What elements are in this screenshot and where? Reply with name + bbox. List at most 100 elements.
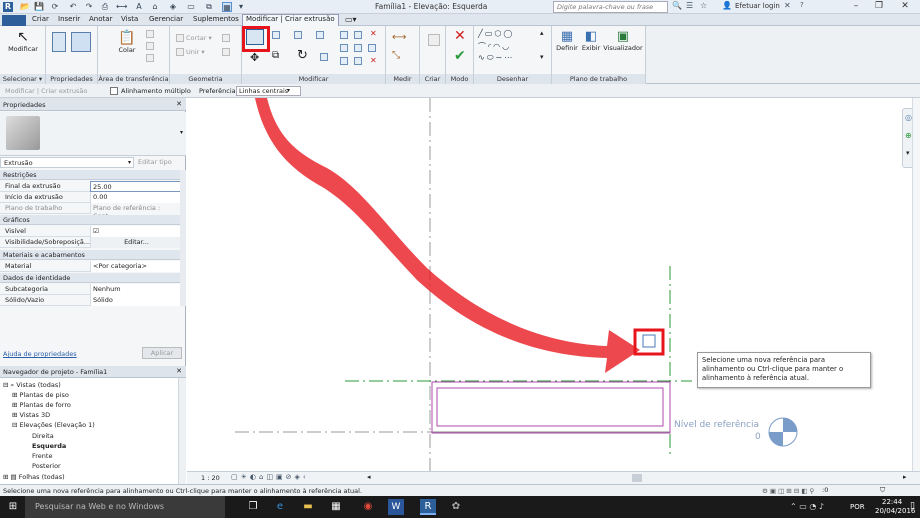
line-tools-icon[interactable]: ╱▭⬡◯	[478, 29, 514, 38]
solido-vazio-value[interactable]: Sólido	[90, 295, 182, 306]
copy-element-icon[interactable]: ⧉	[272, 50, 279, 61]
app-icon[interactable]: ✿	[448, 499, 464, 515]
help-button[interactable]: ?	[800, 1, 804, 9]
group-restricoes[interactable]: Restrições	[0, 170, 186, 180]
measure-tool-icon[interactable]: ⟷	[392, 32, 406, 43]
taskbar-search[interactable]: Pesquisar na Web e no Windows	[25, 496, 225, 518]
extend-icon[interactable]	[354, 57, 362, 65]
view-control-icons[interactable]: ▢☀◐⌂◫▣⊘◈‹	[231, 473, 309, 481]
print-icon[interactable]: ⎙	[100, 2, 110, 12]
save-icon[interactable]: 💾	[34, 2, 44, 12]
browser-close-icon[interactable]: ✕	[176, 367, 182, 375]
switch-windows-icon[interactable]: ⧉	[204, 2, 214, 12]
open-icon[interactable]: 📂	[20, 2, 30, 12]
mirror-draw-icon[interactable]	[316, 31, 324, 39]
multi-align-checkbox[interactable]	[110, 87, 118, 95]
zoom-dropdown-icon[interactable]: ▾	[906, 149, 910, 157]
drawing-canvas[interactable]: Nível de referência 0 ◎ ⊕ ▾ 1 : 20 ▢☀◐⌂◫…	[187, 98, 920, 484]
exibir-button[interactable]: ◧ Exibir	[580, 29, 602, 52]
tab-modificar-criar-extrusao[interactable]: Modificar | Criar extrusão	[242, 14, 339, 26]
dimension-icon[interactable]: ⤡	[392, 50, 400, 61]
zoom-icon[interactable]: ⊕	[905, 131, 912, 140]
search-input[interactable]: Digite palavra-chave ou frase	[553, 1, 668, 13]
material-value[interactable]: <Por categoria>	[90, 261, 182, 272]
clock-time[interactable]: 22:44	[882, 498, 902, 506]
properties-scrollbar[interactable]	[180, 170, 186, 306]
filter-icon[interactable]: ⛉	[880, 486, 885, 495]
split-icon[interactable]	[340, 31, 348, 39]
spline-tools-icon[interactable]: ∿⬭∼⋯	[478, 53, 514, 63]
modificar-button[interactable]: ↖ Modificar	[6, 29, 40, 53]
split-face-icon[interactable]	[222, 48, 230, 56]
group-materiais[interactable]: Materiais e acabamentos	[0, 250, 186, 260]
finish-edit-icon[interactable]: ✔	[454, 48, 466, 64]
app-menu-icon[interactable]: R	[3, 2, 13, 12]
tree-folhas[interactable]: ⊞ ▤ Folhas (todas)	[3, 473, 65, 481]
type-properties-icon[interactable]	[52, 32, 66, 52]
create-similar-icon[interactable]	[428, 34, 440, 46]
user-icon[interactable]: 👤	[722, 1, 732, 10]
close-icon[interactable]: ✕	[894, 0, 916, 14]
move-icon[interactable]: ✥	[250, 51, 259, 64]
scale-icon[interactable]	[354, 44, 362, 52]
array-icon[interactable]	[340, 44, 348, 52]
visualizador-button[interactable]: ▣ Visualizador	[602, 29, 644, 52]
tab-anotar[interactable]: Anotar	[86, 15, 115, 23]
rotate-icon[interactable]: ↻	[297, 48, 308, 63]
tab-gerenciar[interactable]: Gerenciar	[146, 15, 186, 23]
communication-icon[interactable]: ☆	[700, 1, 707, 10]
text-icon[interactable]: A	[134, 2, 144, 12]
cancel-edit-icon[interactable]: ✕	[454, 28, 466, 44]
visibilidade-edit-button[interactable]: Editar...	[90, 237, 182, 248]
login-button[interactable]: Efetuar login	[735, 2, 780, 10]
language-indicator[interactable]: POR	[850, 503, 865, 511]
level-value-label[interactable]: 0	[755, 432, 761, 442]
selecionar-label[interactable]: Selecionar ▾	[0, 74, 45, 84]
3d-icon[interactable]: ⌂	[150, 2, 160, 12]
type-filter-select[interactable]: Extrusão ▾	[0, 157, 134, 168]
revit-taskbar-icon[interactable]: R	[420, 499, 436, 515]
offset-icon[interactable]	[272, 31, 280, 39]
tree-vistas[interactable]: ⊟ ⌕ Vistas (todas)	[3, 381, 61, 390]
explorer-icon[interactable]: ▬	[300, 499, 316, 515]
extrusion-outer-rect[interactable]	[431, 381, 671, 434]
file-tab[interactable]	[2, 15, 26, 26]
panel-toggle-icon[interactable]: ▭▾	[342, 15, 360, 24]
level-name-label[interactable]: Nível de referência	[674, 420, 759, 430]
mirror-axis-icon[interactable]	[294, 31, 302, 39]
hscroll-thumb[interactable]	[632, 474, 642, 482]
cut-icon[interactable]	[146, 30, 154, 38]
type-dropdown-icon[interactable]: ▾	[180, 129, 183, 136]
edge-icon[interactable]: e	[272, 499, 288, 515]
close-hidden-icon[interactable]: ▭	[186, 2, 196, 12]
pin-icon[interactable]	[354, 31, 362, 39]
tree-frente[interactable]: Frente	[32, 452, 52, 460]
tree-vistas-3d[interactable]: ⊞ Vistas 3D	[12, 411, 50, 419]
edit-type-button[interactable]: Editar tipo	[138, 158, 172, 166]
undo-icon[interactable]: ↶	[68, 2, 78, 12]
tab-criar[interactable]: Criar	[29, 15, 52, 23]
word-icon[interactable]: W	[388, 499, 404, 515]
maximize-icon[interactable]: ❐	[868, 0, 890, 14]
properties-icon[interactable]	[71, 32, 91, 52]
trim-icon[interactable]	[320, 53, 328, 61]
subcategoria-value[interactable]: Nenhum	[90, 284, 182, 295]
match-icon[interactable]	[146, 54, 154, 62]
properties-close-icon[interactable]: ✕	[176, 100, 182, 108]
notification-icon[interactable]: ▯	[910, 501, 915, 511]
draw-scroll-down-icon[interactable]: ▾	[540, 53, 544, 61]
tab-inserir[interactable]: Inserir	[55, 15, 83, 23]
chrome-icon[interactable]: ◉	[360, 499, 376, 515]
store-icon[interactable]: ▦	[328, 499, 344, 515]
vertical-scrollbar[interactable]	[912, 98, 920, 471]
windows-start-icon[interactable]: ⊞	[5, 499, 21, 515]
colar-button[interactable]: 📋 Colar	[116, 30, 138, 54]
arc-tools-icon[interactable]: ⌒◜◠◡	[478, 41, 511, 52]
tree-posterior[interactable]: Posterior	[32, 462, 61, 470]
subscription-icon[interactable]: ☰	[686, 1, 693, 10]
minimize-icon[interactable]: –	[845, 0, 867, 14]
visivel-checkbox[interactable]: ☑	[90, 226, 182, 237]
copy-icon[interactable]	[146, 42, 154, 50]
properties-help-link[interactable]: Ajuda de propriedades	[3, 350, 77, 358]
tab-vista[interactable]: Vista	[118, 15, 141, 23]
